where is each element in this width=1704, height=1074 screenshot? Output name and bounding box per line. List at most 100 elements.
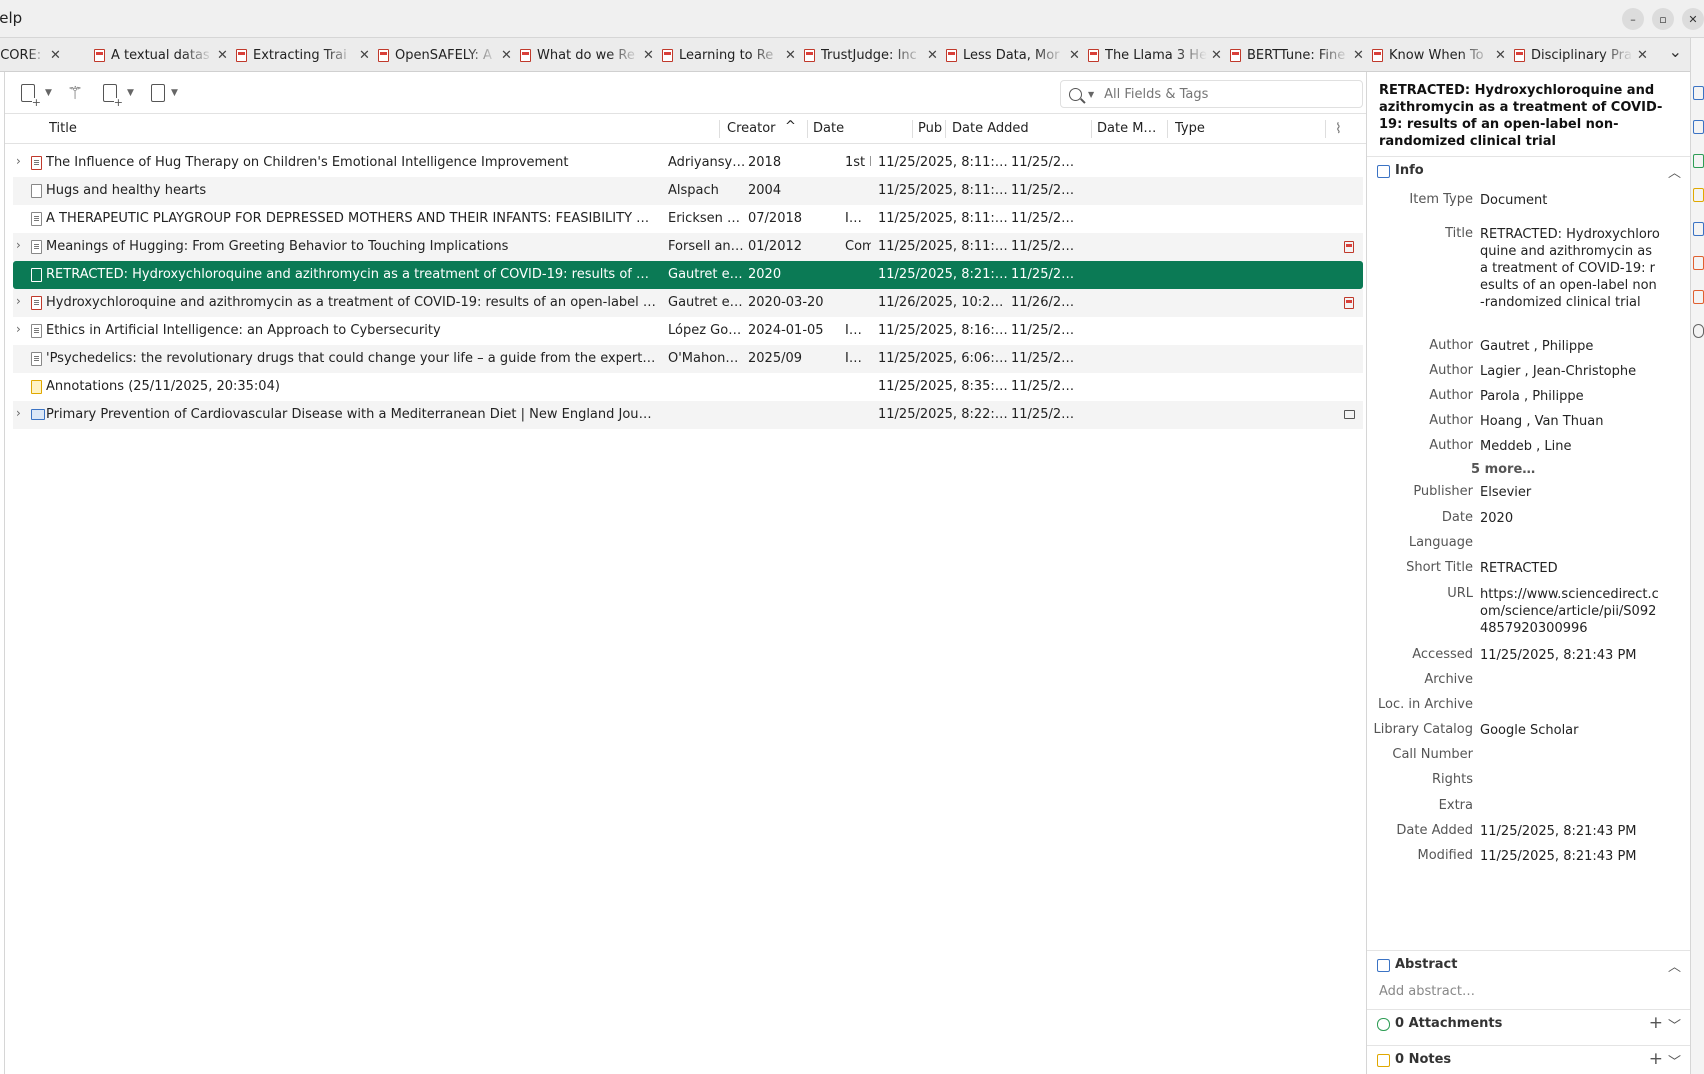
expand-chevron-icon[interactable]: › [16, 154, 21, 168]
close-tab-icon[interactable]: ✕ [359, 48, 370, 63]
field-value-publisher[interactable]: Elsevier [1480, 484, 1660, 501]
close-tab-icon[interactable]: ✕ [50, 48, 61, 63]
tab-list-chevron-icon[interactable]: ⌄ [1669, 42, 1682, 61]
field-value-date-added[interactable]: 11/25/2025, 8:21:43 PM [1480, 823, 1660, 840]
pdf-attachment-icon[interactable] [1344, 241, 1354, 253]
close-tab-icon[interactable]: ✕ [1353, 48, 1364, 63]
search-box[interactable]: ▼ [1060, 80, 1363, 108]
info-section-header[interactable]: Info ︿ [1367, 156, 1690, 184]
reader-tab[interactable]: Learning to Re ✕ [662, 44, 796, 66]
expand-chevron-icon[interactable]: › [16, 406, 21, 420]
field-value-title[interactable]: RETRACTED: Hydroxychloroquine and azithr… [1480, 226, 1660, 311]
reader-tab[interactable]: What do we Re ✕ [520, 44, 654, 66]
field-label: Date [1441, 510, 1473, 525]
table-row[interactable]: RETRACTED: Hydroxychloroquine and azithr… [13, 261, 1363, 289]
reader-tab[interactable]: Less Data, Mor ✕ [946, 44, 1080, 66]
column-type[interactable]: Type [1175, 121, 1205, 136]
expand-chevron-icon[interactable]: › [16, 322, 21, 336]
field-value-author[interactable]: Gautret , Philippe [1480, 338, 1660, 355]
table-row[interactable]: › Ethics in Artificial Intelligence: an A… [13, 317, 1363, 345]
notes-section-header[interactable]: 0 Notes + ﹀ [1367, 1045, 1690, 1073]
close-tab-icon[interactable]: ✕ [785, 48, 796, 63]
table-row[interactable]: › Hydroxychloroquine and azithromycin as … [13, 289, 1363, 317]
libraries-nav-icon[interactable] [1693, 222, 1704, 236]
field-value-author[interactable]: Lagier , Jean-Christophe [1480, 363, 1660, 380]
column-publication[interactable]: Pub [918, 121, 942, 136]
field-value-accessed[interactable]: 11/25/2025, 8:21:43 PM [1480, 647, 1660, 664]
field-value-date[interactable]: 2020 [1480, 510, 1660, 527]
reader-tab[interactable]: OpenSAFELY: A ✕ [378, 44, 512, 66]
field-value-modified[interactable]: 11/25/2025, 8:21:43 PM [1480, 848, 1660, 865]
field-value-author[interactable]: Parola , Philippe [1480, 388, 1660, 405]
reader-tab[interactable]: A textual datas ✕ [94, 44, 228, 66]
reader-tab[interactable]: The Llama 3 He ✕ [1088, 44, 1222, 66]
close-tab-icon[interactable]: ✕ [1069, 48, 1080, 63]
abstract-input[interactable]: Add abstract… [1379, 984, 1475, 999]
table-row[interactable]: Annotations (25/11/2025, 20:35:04) 11/25/… [13, 373, 1363, 401]
chevron-down-icon[interactable]: ﹀ [1668, 1051, 1681, 1070]
column-creator[interactable]: Creator [727, 121, 776, 136]
table-row[interactable]: › Meanings of Hugging: From Greeting Beha… [13, 233, 1363, 261]
abstract-nav-icon[interactable] [1693, 120, 1704, 134]
abstract-section-header[interactable]: Abstract ︿ [1367, 950, 1690, 978]
reader-tab[interactable]: TrustJudge: Inc ✕ [804, 44, 938, 66]
close-tab-icon[interactable]: ✕ [1495, 48, 1506, 63]
field-value-url[interactable]: https://www.sciencedirect.com/science/ar… [1480, 586, 1660, 637]
column-date-modified[interactable]: Date M… [1097, 121, 1156, 136]
close-tab-icon[interactable]: ✕ [1211, 48, 1222, 63]
locate-nav-icon[interactable] [1693, 324, 1704, 338]
attachments-section-header[interactable]: 0 Attachments + ﹀ [1367, 1009, 1690, 1037]
add-note-plus-icon[interactable]: + [1649, 1049, 1663, 1069]
field-value-author[interactable]: Meddeb , Line [1480, 438, 1660, 455]
item-pane-sidenav [1690, 38, 1704, 1074]
close-window-button[interactable]: ✕ [1682, 8, 1704, 30]
reader-tab[interactable]: BERTTune: Fine ✕ [1230, 44, 1364, 66]
add-attachment-button[interactable]: ▼ [103, 82, 134, 108]
search-mode-chevron-icon[interactable]: ▼ [1088, 90, 1094, 99]
chevron-up-icon[interactable]: ︿ [1668, 162, 1681, 181]
menu-help[interactable]: Help [0, 9, 22, 27]
table-row[interactable]: › The Influence of Hug Therapy on Childre… [13, 149, 1363, 177]
chevron-down-icon[interactable]: ﹀ [1668, 1015, 1681, 1034]
info-nav-icon[interactable] [1693, 86, 1704, 100]
close-tab-icon[interactable]: ✕ [217, 48, 228, 63]
reader-tab[interactable]: TSCORE: E ✕ [0, 44, 61, 66]
expand-chevron-icon[interactable]: › [16, 294, 21, 308]
new-note-button[interactable]: ▼ [151, 82, 178, 104]
new-item-button[interactable]: ▼ [21, 82, 52, 108]
close-tab-icon[interactable]: ✕ [1637, 48, 1648, 63]
attachments-nav-icon[interactable] [1693, 154, 1704, 168]
pdf-icon [804, 48, 815, 62]
reader-tab[interactable]: Extracting Trai ✕ [236, 44, 370, 66]
attachment-column-icon[interactable]: ⌇ [1335, 121, 1342, 137]
add-attachment-plus-icon[interactable]: + [1649, 1013, 1663, 1033]
reader-tab[interactable]: Know When To ✕ [1372, 44, 1506, 66]
table-row[interactable]: 'Psychedelics: the revolutionary drugs t… [13, 345, 1363, 373]
expand-chevron-icon[interactable]: › [16, 238, 21, 252]
reader-tab[interactable]: Disciplinary Pra ✕ [1514, 44, 1648, 66]
restore-button[interactable]: ▫ [1652, 8, 1674, 30]
column-date-added[interactable]: Date Added [952, 121, 1029, 136]
field-value-short-title[interactable]: RETRACTED [1480, 560, 1660, 577]
tags-nav-icon[interactable] [1693, 256, 1704, 270]
table-row[interactable]: › Primary Prevention of Cardiovascular Di… [13, 401, 1363, 429]
chevron-up-icon[interactable]: ︿ [1668, 956, 1681, 975]
close-tab-icon[interactable]: ✕ [501, 48, 512, 63]
snapshot-attachment-icon[interactable] [1344, 410, 1355, 419]
table-row[interactable]: A THERAPEUTIC PLAYGROUP FOR DEPRESSED MO… [13, 205, 1363, 233]
field-value-author[interactable]: Hoang , Van Thuan [1480, 413, 1660, 430]
add-by-identifier-button[interactable]: ⚚ [67, 82, 83, 104]
field-value-library-catalog[interactable]: Google Scholar [1480, 722, 1660, 739]
related-nav-icon[interactable] [1693, 290, 1704, 304]
more-authors-link[interactable]: 5 more… [1471, 462, 1535, 477]
search-input[interactable] [1104, 86, 1345, 102]
field-value-item-type[interactable]: Document [1480, 192, 1660, 209]
notes-nav-icon[interactable] [1693, 188, 1704, 202]
table-row[interactable]: Hugs and healthy hearts Alspach 2004 11/25/… [13, 177, 1363, 205]
minimize-button[interactable]: – [1622, 8, 1644, 30]
close-tab-icon[interactable]: ✕ [927, 48, 938, 63]
close-tab-icon[interactable]: ✕ [643, 48, 654, 63]
pdf-attachment-icon[interactable] [1344, 297, 1354, 309]
column-date[interactable]: Date [813, 121, 844, 136]
column-title[interactable]: Title [49, 121, 77, 136]
